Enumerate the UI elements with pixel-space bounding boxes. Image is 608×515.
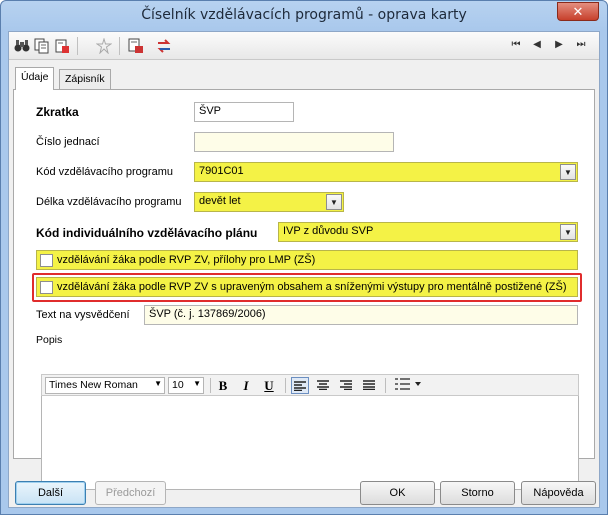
refresh-icon[interactable] [155, 37, 173, 55]
predchozi-button[interactable]: Předchozí [95, 481, 166, 505]
italic-button[interactable]: I [237, 377, 255, 394]
underline-button[interactable]: U [260, 377, 278, 394]
delka-programu-value: devět let [199, 195, 241, 207]
kod-programu-value: 7901C01 [199, 165, 244, 177]
close-button[interactable]: ✕ [557, 2, 599, 21]
chevron-down-icon[interactable]: ▼ [560, 164, 576, 180]
copy-icon[interactable] [33, 37, 51, 55]
ok-button[interactable]: OK [360, 481, 435, 505]
kod-programu-combo[interactable]: 7901C01 ▼ [194, 162, 578, 182]
checkbox-lmp-label: vzdělávání žáka podle RVP ZV, přílohy pr… [57, 254, 316, 266]
delka-programu-combo[interactable]: devět let ▼ [194, 192, 344, 212]
popis-editor[interactable] [41, 396, 579, 490]
window-title: Číselník vzdělávacích programů - oprava … [141, 7, 467, 23]
zkratka-input[interactable]: ŠVP [194, 102, 294, 122]
popis-editor-toolbar: Times New Roman ▼ 10 ▼ B I U [41, 374, 579, 396]
text-vysvedceni-input[interactable]: ŠVP (č. j. 137869/2006) [144, 305, 578, 325]
toolbar-separator [119, 37, 120, 55]
next-record-button[interactable]: ▶ [552, 38, 566, 52]
popis-label: Popis [36, 334, 63, 346]
align-justify-icon[interactable] [360, 377, 378, 394]
kod-ivp-combo[interactable]: IVP z důvodu SVP ▼ [278, 222, 578, 242]
font-size-value: 10 [172, 379, 184, 391]
dalsi-button[interactable]: Další [15, 481, 86, 505]
list-style-icon[interactable] [391, 377, 425, 394]
storno-button[interactable]: Storno [440, 481, 515, 505]
checkbox-row-lmp[interactable]: vzdělávání žáka podle RVP ZV, přílohy pr… [36, 250, 578, 270]
editor-separator [285, 378, 286, 393]
checkbox-lmp[interactable] [40, 254, 53, 267]
cislo-jednaci-label: Číslo jednací [36, 136, 100, 148]
title-bar[interactable]: Číselník vzdělávacích programů - oprava … [1, 1, 607, 29]
font-family-select[interactable]: Times New Roman ▼ [45, 377, 165, 394]
toolbar: ⏮ ◀ ▶ ⏭ [9, 32, 599, 60]
delete-icon[interactable] [95, 37, 113, 55]
first-record-button[interactable]: ⏮ [509, 38, 523, 52]
delka-programu-label: Délka vzdělávacího programu [36, 196, 182, 208]
export-icon[interactable] [127, 37, 145, 55]
tab-zapisnik[interactable]: Zápisník [59, 69, 111, 89]
align-left-icon[interactable] [291, 377, 309, 394]
chevron-down-icon: ▼ [154, 379, 162, 388]
cislo-jednaci-input[interactable] [194, 132, 394, 152]
align-right-icon[interactable] [337, 377, 355, 394]
checkbox-mentalne-postizene-label: vzdělávání žáka podle RVP ZV s upraveným… [57, 281, 567, 293]
kod-ivp-label: Kód individuálního vzdělávacího plánu [36, 226, 258, 240]
binoculars-search-icon[interactable] [13, 37, 31, 55]
last-record-button[interactable]: ⏭ [574, 38, 588, 52]
font-family-value: Times New Roman [49, 379, 138, 391]
editor-separator [385, 378, 386, 393]
chevron-down-icon: ▼ [193, 379, 201, 388]
font-size-select[interactable]: 10 ▼ [168, 377, 204, 394]
zkratka-label: Zkratka [36, 105, 79, 119]
checkbox-mentalne-postizene[interactable] [40, 281, 53, 294]
checkbox-row-mentalne-postizene[interactable]: vzdělávání žáka podle RVP ZV s upraveným… [36, 277, 578, 297]
window: Číselník vzdělávacích programů - oprava … [0, 0, 608, 515]
tab-udaje[interactable]: Údaje [15, 67, 55, 90]
dialog-body: ⏮ ◀ ▶ ⏭ Údaje Zápisník Zkratka ŠVP Číslo… [8, 31, 600, 508]
previous-record-button[interactable]: ◀ [530, 38, 544, 52]
new-record-icon[interactable] [53, 37, 71, 55]
bold-button[interactable]: B [214, 377, 232, 394]
chevron-down-icon[interactable]: ▼ [326, 194, 342, 210]
editor-separator [210, 378, 211, 393]
chevron-down-icon[interactable]: ▼ [560, 224, 576, 240]
kod-ivp-value: IVP z důvodu SVP [283, 225, 374, 237]
napoveda-button[interactable]: Nápověda [521, 481, 596, 505]
toolbar-separator [77, 37, 78, 55]
kod-programu-label: Kód vzdělávacího programu [36, 166, 173, 178]
align-center-icon[interactable] [314, 377, 332, 394]
text-vysvedceni-label: Text na vysvědčení [36, 309, 130, 321]
